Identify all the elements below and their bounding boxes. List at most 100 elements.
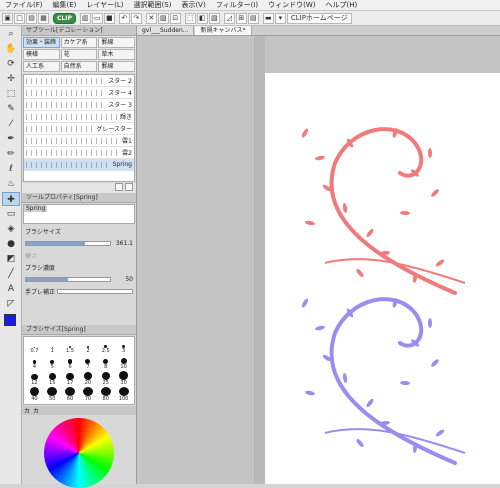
grid-icon[interactable]: ▥: [79, 12, 91, 24]
subtool-tab-effects[interactable]: 効果・装飾: [23, 37, 60, 48]
subtool-tab-flower[interactable]: 花: [60, 49, 98, 60]
subtool-tab-artificial[interactable]: 人工系: [23, 61, 60, 72]
eraser-icon[interactable]: ▭: [2, 207, 20, 221]
menu-filter[interactable]: フィルター(I): [211, 0, 263, 10]
color-icon[interactable]: ▬: [262, 12, 274, 24]
brush-size-cell[interactable]: 4: [26, 355, 43, 370]
menu-view[interactable]: 表示(V): [176, 0, 210, 10]
brush-size-cell[interactable]: 2: [80, 339, 97, 354]
copy-icon[interactable]: [115, 183, 123, 191]
brush-size-cell[interactable]: 20: [80, 371, 97, 386]
brush-size-cell[interactable]: 17: [62, 371, 79, 386]
subtool-tab-plants[interactable]: 草木: [98, 49, 135, 60]
stabilization-slider[interactable]: [57, 288, 133, 294]
rotate-icon[interactable]: ⟳: [2, 57, 20, 71]
fill-icon[interactable]: ●: [2, 237, 20, 251]
frame-icon[interactable]: ◸: [2, 297, 20, 311]
menu-layer[interactable]: レイヤー(L): [81, 0, 128, 10]
figure-icon[interactable]: ╱: [2, 267, 20, 281]
clip-badge[interactable]: CLIP: [53, 12, 76, 24]
brush-icon[interactable]: ℓ: [2, 162, 20, 176]
subtool-tab-pattern[interactable]: 模様: [23, 49, 60, 60]
color-wheel-tab[interactable]: カ: [24, 406, 30, 415]
canvas-tab-new[interactable]: 新規キャンバス*: [195, 26, 252, 35]
brush-size-cell[interactable]: 50: [44, 387, 61, 402]
brush-size-cell[interactable]: 5: [44, 355, 61, 370]
selection-icon[interactable]: ▧: [208, 12, 220, 24]
new-file-icon[interactable]: □: [14, 12, 25, 24]
brush-size-cell[interactable]: 30: [115, 371, 132, 386]
marquee-icon[interactable]: ⬚: [2, 87, 20, 101]
menu-window[interactable]: ウィンドウ(W): [263, 0, 320, 10]
zoom-icon[interactable]: ⌕: [2, 27, 20, 41]
deselect-icon[interactable]: ⬚: [184, 12, 196, 24]
transform-icon[interactable]: ⊡: [169, 12, 181, 24]
brush-size-cell[interactable]: 70: [80, 387, 97, 402]
snap-grid-icon[interactable]: ⊞: [235, 12, 247, 24]
brush-size-cell[interactable]: 2.5: [97, 339, 114, 354]
brush-size-cell[interactable]: 0.7: [26, 339, 43, 354]
clear-icon[interactable]: ✕: [145, 12, 157, 24]
menu-selection[interactable]: 選択範囲(S): [129, 0, 177, 10]
text-icon[interactable]: A: [2, 282, 20, 296]
fill-selection-icon[interactable]: ▨: [157, 12, 169, 24]
brush-size-cell[interactable]: 7: [80, 355, 97, 370]
brush-size-cell[interactable]: 15: [44, 371, 61, 386]
snap-special-icon[interactable]: ▤: [247, 12, 259, 24]
brush-size-slider[interactable]: [25, 240, 111, 246]
list-item[interactable]: 雲2: [24, 147, 134, 159]
list-item[interactable]: スター 3: [24, 99, 134, 111]
list-item[interactable]: 輝き: [24, 111, 134, 123]
pencil-icon[interactable]: ✏: [2, 147, 20, 161]
brush-size-cell[interactable]: 8: [97, 355, 114, 370]
list-item[interactable]: スター 4: [24, 87, 134, 99]
subtool-tab-border[interactable]: 罫線: [98, 37, 135, 48]
brush-size-cell[interactable]: 80: [97, 387, 114, 402]
dropdown-icon[interactable]: ▾: [274, 12, 286, 24]
save-icon[interactable]: ▦: [38, 12, 49, 24]
app-icon[interactable]: ▣: [2, 12, 13, 24]
menu-edit[interactable]: 編集(E): [48, 0, 82, 10]
blend-icon[interactable]: ◈: [2, 222, 20, 236]
hand-icon[interactable]: ✋: [2, 42, 20, 56]
list-item[interactable]: グレースター: [24, 123, 134, 135]
open-icon[interactable]: ▤: [26, 12, 37, 24]
brush-size-cell[interactable]: 12: [26, 371, 43, 386]
brush-size-cell[interactable]: 100: [115, 387, 132, 402]
brush-size-cell[interactable]: 60: [62, 387, 79, 402]
list-item[interactable]: スター 2: [24, 75, 134, 87]
brush-density-slider[interactable]: [25, 276, 111, 282]
canvas-tab-sudden[interactable]: gvl___Sudden...: [137, 26, 195, 35]
brush-size-cell[interactable]: 6: [62, 355, 79, 370]
homepage-button[interactable]: CLIPホームページ: [286, 12, 352, 24]
brush-size-cell[interactable]: 25: [97, 371, 114, 386]
open-folder-icon[interactable]: ▭: [91, 12, 103, 24]
invert-selection-icon[interactable]: ◧: [196, 12, 208, 24]
brush-size-cell[interactable]: 1.5: [62, 339, 79, 354]
undo-icon[interactable]: ↶: [118, 12, 130, 24]
airbrush-icon[interactable]: ♨: [2, 177, 20, 191]
brush-size-cell[interactable]: 1: [44, 339, 61, 354]
lasso-icon[interactable]: ✎: [2, 102, 20, 116]
redo-icon[interactable]: ↷: [130, 12, 142, 24]
snap-ruler-icon[interactable]: ◿: [223, 12, 235, 24]
eyedropper-icon[interactable]: ⁄: [2, 117, 20, 131]
list-item-selected[interactable]: Spring: [24, 159, 134, 171]
trash-icon[interactable]: [125, 183, 133, 191]
list-item[interactable]: 雲1: [24, 135, 134, 147]
foreground-color-swatch[interactable]: [4, 314, 16, 326]
subtool-tab-lines[interactable]: 罫線: [98, 61, 135, 72]
subtool-tab-nature[interactable]: 自然系: [60, 61, 98, 72]
save-disk-icon[interactable]: ■: [103, 12, 115, 24]
pen-icon[interactable]: ✒: [2, 132, 20, 146]
menu-help[interactable]: ヘルプ(H): [321, 0, 363, 10]
decoration-icon[interactable]: ✚: [2, 192, 20, 206]
move-icon[interactable]: ✢: [2, 72, 20, 86]
brush-size-cell[interactable]: 10: [115, 355, 132, 370]
brush-size-cell[interactable]: 40: [26, 387, 43, 402]
color-wheel[interactable]: [44, 418, 114, 488]
menu-file[interactable]: ファイル(F): [0, 0, 48, 10]
canvas-paper[interactable]: [265, 73, 500, 484]
subtool-tab-kakea[interactable]: カケア系: [60, 37, 98, 48]
color-set-tab[interactable]: カ: [33, 406, 39, 415]
